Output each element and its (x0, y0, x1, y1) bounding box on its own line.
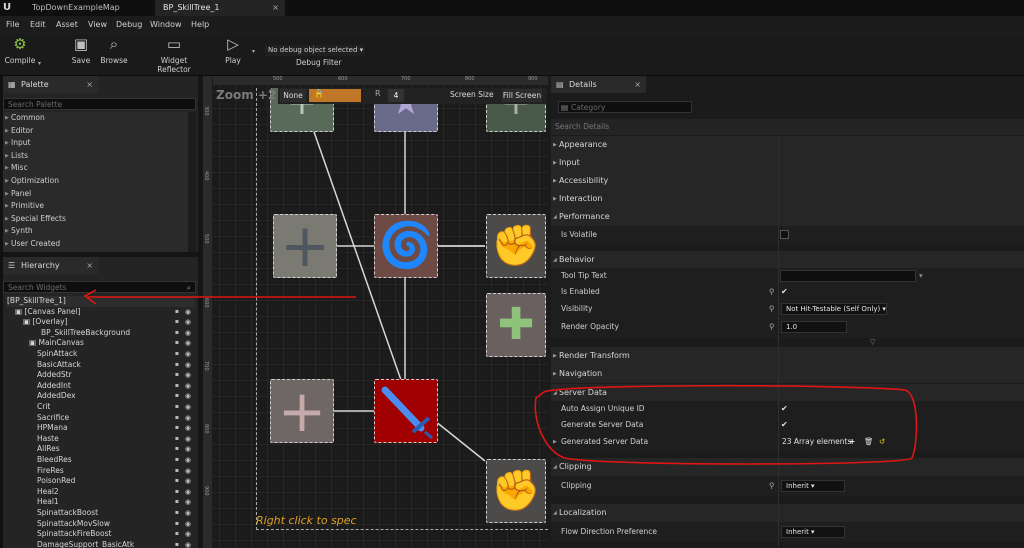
annotation-overlay (83, 289, 918, 465)
annotation-circle (534, 384, 918, 465)
